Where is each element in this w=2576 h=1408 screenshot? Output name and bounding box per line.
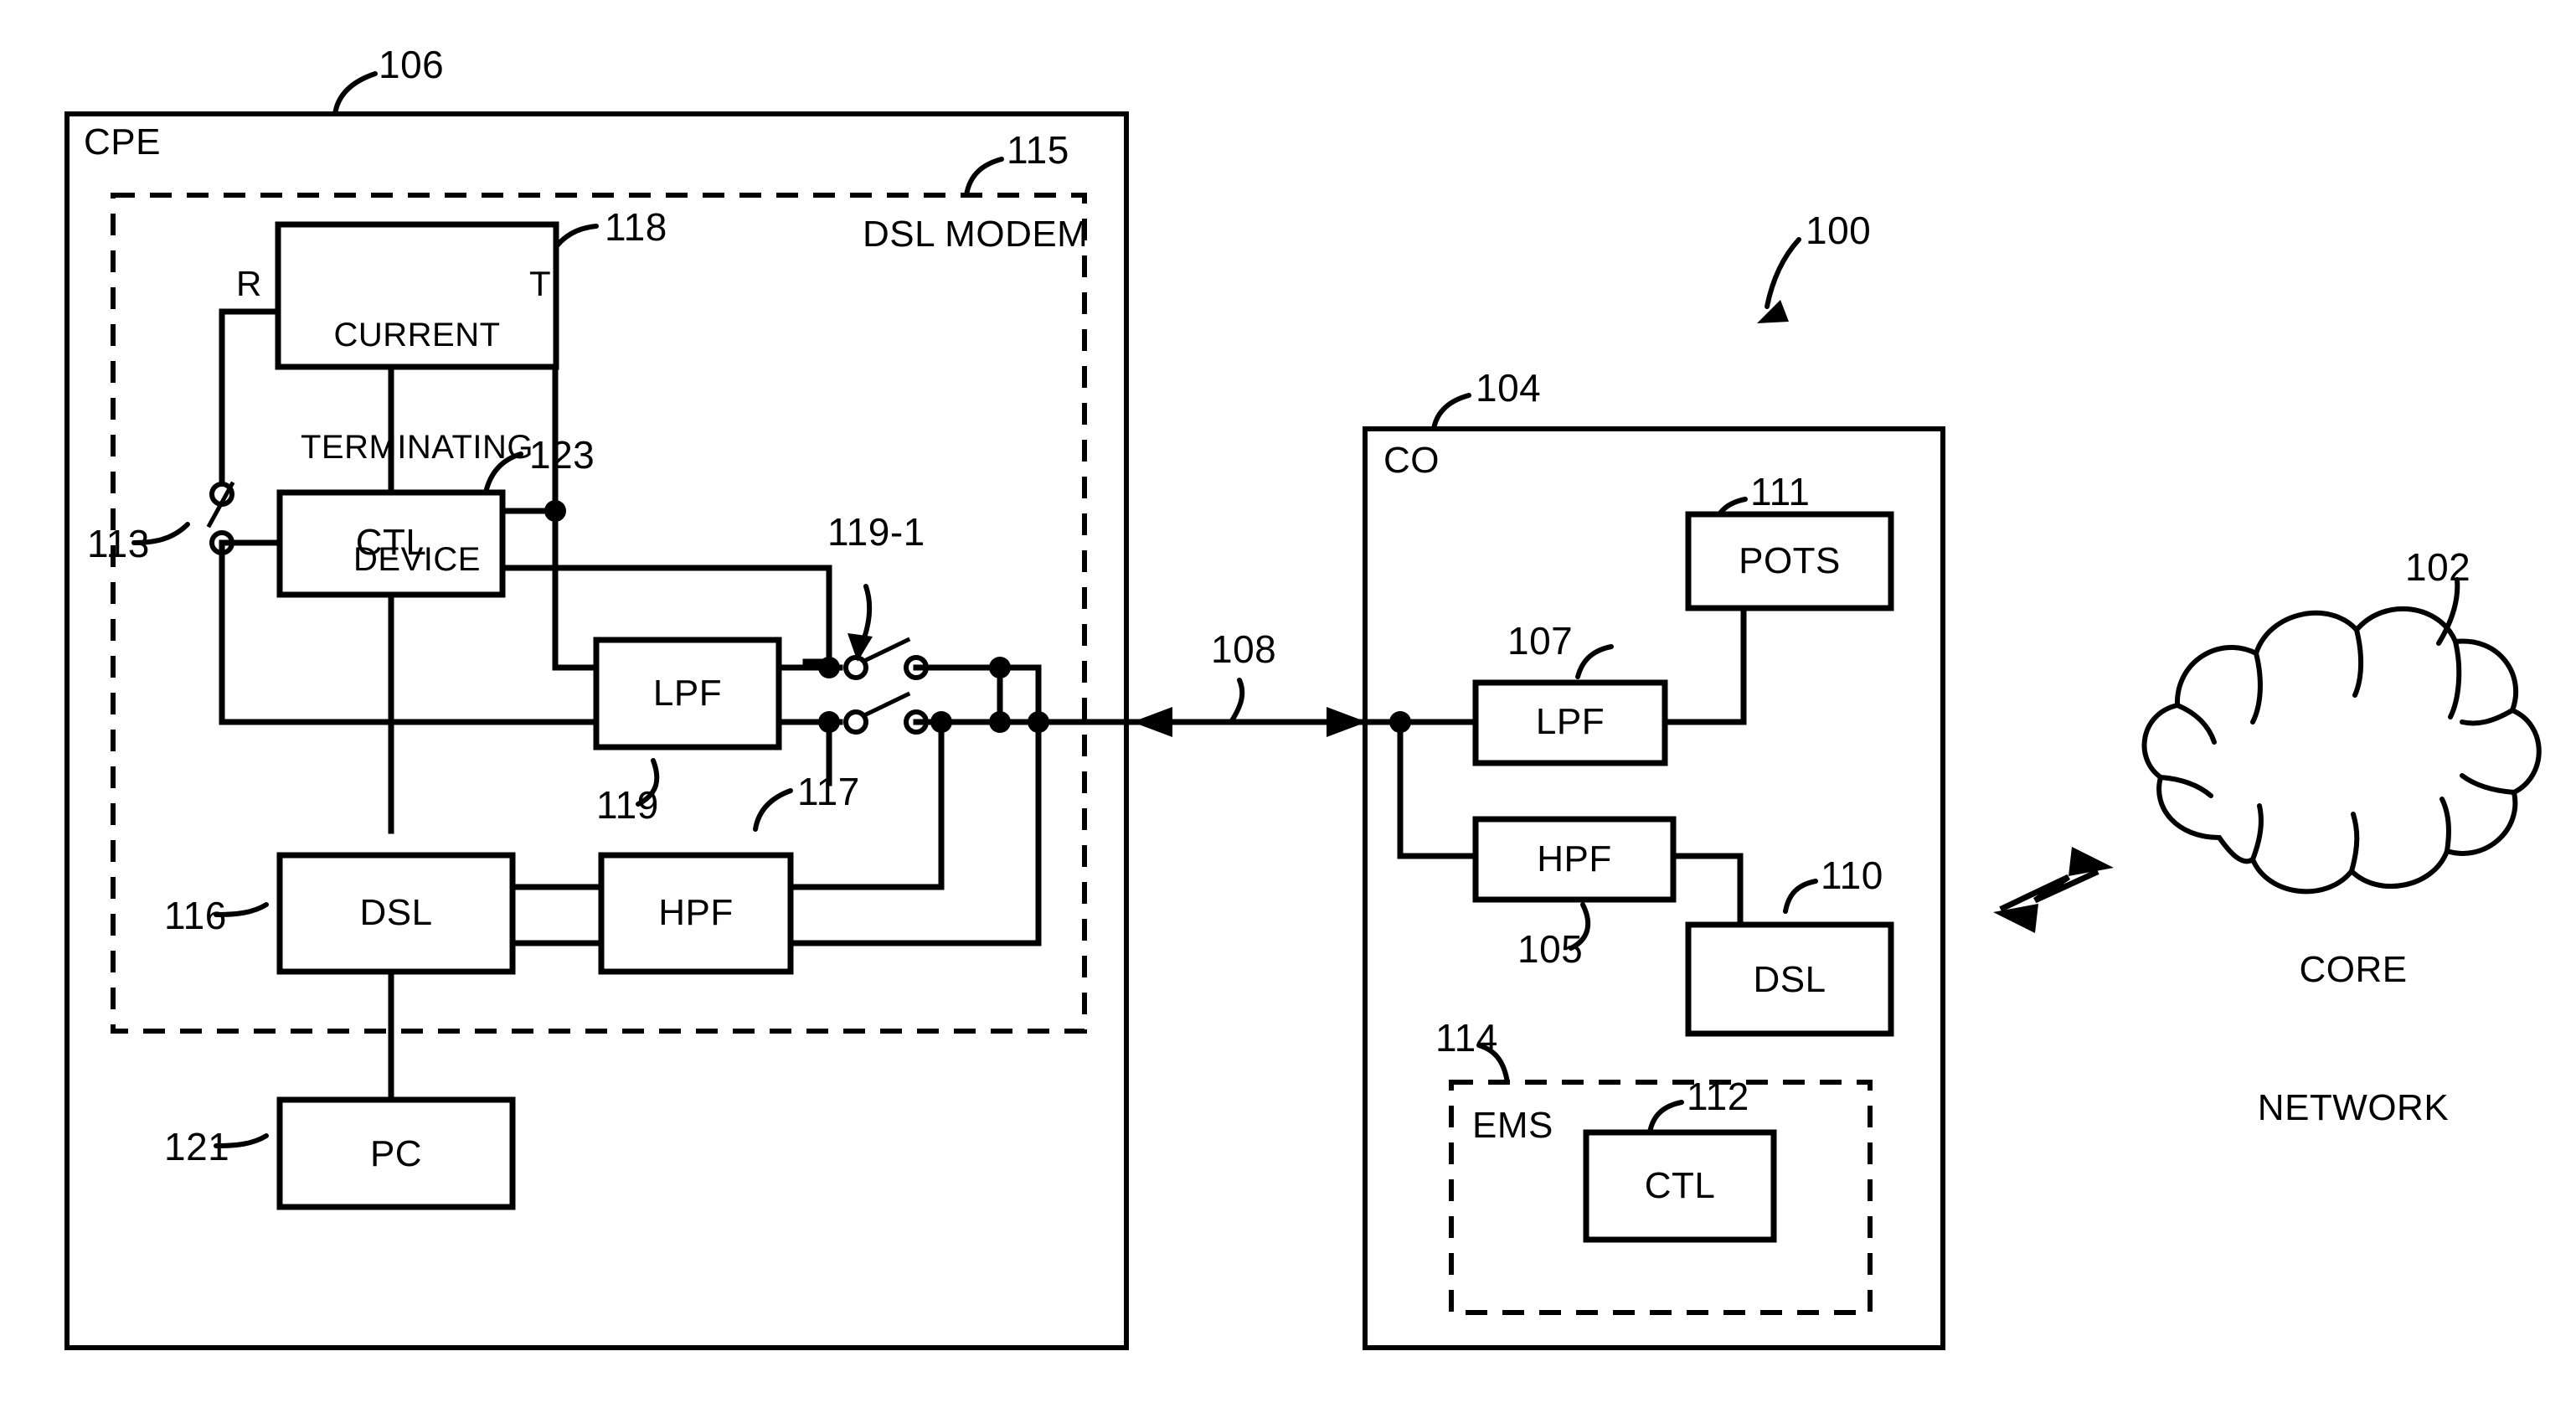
- ref-104: 104: [1476, 366, 1542, 410]
- block-label-current-terminating-device: CURRENT TERMINATING DEVICE: [278, 241, 556, 654]
- core-network-line-2: NETWORK: [2257, 1087, 2450, 1128]
- patent-figure-canvas: CPE DSL MODEM CO EMS 106 115 118 123 113…: [0, 0, 2576, 1408]
- ref-112: 112: [1687, 1075, 1749, 1118]
- block-label-ems-ctl: CTL: [1644, 1165, 1716, 1206]
- ref-117: 117: [797, 770, 860, 813]
- ctd-line-2: TERMINATING: [300, 428, 534, 466]
- block-label-co-hpf: HPF: [1537, 838, 1612, 879]
- core-network-label: CORE NETWORK: [2228, 854, 2479, 1223]
- wire-ring-to-switch: [219, 308, 281, 492]
- wire-co-hpf-to-dsl: [1670, 853, 1744, 928]
- ref-116: 116: [164, 894, 227, 937]
- ref-108: 108: [1211, 627, 1277, 671]
- leader-106: [332, 71, 378, 116]
- block-label-co-dsl: DSL: [1753, 959, 1826, 1000]
- leader-117: [753, 788, 793, 832]
- loop-arrow-left: [1132, 707, 1172, 737]
- core-link-arrow-right: [2069, 847, 2114, 876]
- ref-118: 118: [605, 205, 667, 249]
- pin-label-r: R: [236, 264, 262, 303]
- ems-label: EMS: [1472, 1105, 1553, 1146]
- core-network-cloud: [2141, 606, 2542, 895]
- ref-102: 102: [2405, 545, 2471, 589]
- ref-110: 110: [1821, 854, 1883, 897]
- diagram-vector-layer: [64, 71, 2542, 1350]
- ref-119-1: 119-1: [827, 510, 925, 554]
- ref-106: 106: [379, 43, 445, 86]
- cpe-label: CPE: [84, 121, 161, 162]
- leader-107: [1575, 644, 1614, 679]
- block-label-pc: PC: [369, 1133, 423, 1174]
- wire-tip-bus-down: [552, 508, 600, 671]
- leader-108: [1229, 678, 1245, 725]
- wire-ctlbus-to-switch: [802, 565, 832, 665]
- ref-113: 113: [87, 522, 150, 565]
- ref-100: 100: [1806, 209, 1872, 252]
- leader-118: [550, 224, 599, 254]
- ctd-line-1: CURRENT: [333, 316, 501, 353]
- switch-1191-blade-a: [861, 637, 911, 664]
- co-label: CO: [1383, 440, 1440, 481]
- ref-121: 121: [164, 1125, 230, 1168]
- core-network-line-1: CORE: [2299, 949, 2408, 990]
- leader-104: [1431, 393, 1471, 431]
- ref-115: 115: [1007, 128, 1069, 172]
- leader-110: [1783, 879, 1818, 914]
- switch-1191-blade-b: [861, 691, 911, 719]
- loop-arrow-right: [1327, 707, 1367, 737]
- ref-114: 114: [1435, 1016, 1498, 1060]
- block-label-co-pots: POTS: [1739, 540, 1841, 581]
- junction-lower-mid: [989, 711, 1011, 733]
- block-label-cpe-lpf: LPF: [652, 673, 723, 714]
- wire-co-lpf-to-pots: [1662, 594, 1747, 725]
- leader-112: [1647, 1100, 1684, 1135]
- link-co-to-core: [1999, 869, 2099, 912]
- block-label-cpe-ctl: CTL: [355, 522, 427, 563]
- block-label-cpe-dsl: DSL: [359, 892, 433, 933]
- ref-105: 105: [1517, 927, 1584, 971]
- junction-lpf-upper: [818, 657, 840, 678]
- ref-111: 111: [1750, 470, 1811, 513]
- dsl-modem-label: DSL MODEM: [863, 214, 1089, 255]
- leader-100: [1765, 237, 1801, 309]
- block-label-co-lpf: LPF: [1535, 701, 1605, 742]
- ref-119: 119: [596, 783, 659, 827]
- leader-100-arrowhead: [1757, 300, 1789, 323]
- wire-co-split-down: [1397, 719, 1479, 859]
- core-link-arrow-left: [1993, 904, 2038, 933]
- block-label-cpe-hpf: HPF: [658, 892, 734, 933]
- leader-115: [964, 157, 1004, 198]
- ref-107: 107: [1507, 619, 1574, 663]
